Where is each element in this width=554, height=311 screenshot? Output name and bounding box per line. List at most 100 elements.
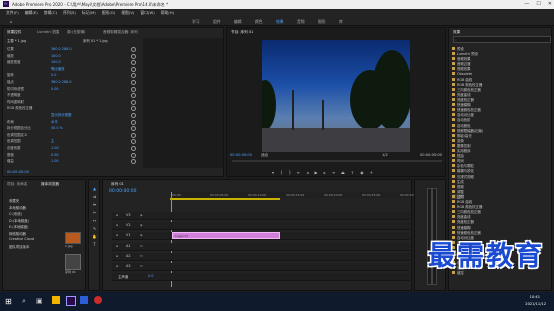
keyframe-toggle-icon[interactable]	[131, 126, 136, 132]
hand-icon[interactable]: ✋	[92, 234, 97, 239]
clock-time[interactable]: 10:41	[530, 295, 540, 299]
program-scrubber[interactable]	[232, 160, 442, 162]
task-view-icon[interactable]: ▣	[36, 297, 43, 305]
keyframe-toggle-icon[interactable]	[131, 93, 136, 99]
search-icon[interactable]: ⌕	[22, 297, 26, 306]
ec-tab[interactable]: 音频剪辑混合器: 序列	[103, 30, 138, 35]
extract-icon[interactable]: ⇪	[351, 170, 354, 175]
step-back-icon[interactable]: ◂	[306, 170, 308, 175]
timeline-timecode[interactable]: 00:00:00:00	[109, 189, 136, 194]
program-timecode[interactable]: 00:00:00:00	[230, 153, 252, 157]
lock-icon[interactable]: ▪	[116, 244, 118, 248]
workspace-tab[interactable]: 组件	[213, 19, 221, 25]
ec-property-value[interactable]: 50.0 %	[51, 126, 63, 130]
workspace-tab[interactable]: 音频	[297, 19, 305, 25]
keyframe-toggle-icon[interactable]	[131, 106, 136, 112]
close-button[interactable]: ✕	[548, 1, 552, 7]
ec-property-value[interactable]: 水平	[51, 120, 58, 124]
project-tree-item[interactable]: Creative Cloud	[9, 237, 34, 241]
pen-icon[interactable]: ✎	[92, 226, 97, 231]
keyframe-toggle-icon[interactable]	[131, 139, 136, 145]
mute-icon[interactable]: M	[140, 264, 143, 268]
lock-icon[interactable]: ▪	[116, 233, 118, 237]
lock-icon[interactable]: ▪	[116, 254, 118, 258]
razor-icon[interactable]: ✂	[92, 210, 97, 215]
keyframe-toggle-icon[interactable]	[131, 159, 136, 165]
program-monitor-title[interactable]: 节目: 序列 01	[231, 30, 253, 35]
lift-icon[interactable]: ⏏	[341, 170, 345, 175]
add-button[interactable]: +	[370, 170, 373, 175]
effects-list-item[interactable]: Obsolete	[452, 71, 472, 76]
project-tab[interactable]: 项目: 未命名	[7, 182, 27, 187]
ec-property-value[interactable]: 1.00	[51, 159, 59, 163]
keyframe-toggle-icon[interactable]	[131, 60, 136, 66]
maximize-button[interactable]: ☐	[536, 1, 540, 7]
premiere-taskbar-icon[interactable]	[66, 296, 76, 306]
menu-item[interactable]: 视图(V)	[121, 10, 134, 16]
project-tree-item[interactable]: 团队项目版本	[9, 244, 29, 249]
project-tab[interactable]: 媒体浏览器	[41, 182, 59, 187]
workspace-tab[interactable]: 颜色	[255, 19, 263, 25]
workspace-tab[interactable]: 效果	[276, 19, 284, 25]
effects-panel-title[interactable]: 效果	[453, 30, 460, 35]
keyframe-toggle-icon[interactable]	[131, 66, 136, 72]
clock-date[interactable]: 2021/11/12	[525, 302, 546, 306]
minimize-button[interactable]: —	[524, 1, 529, 7]
project-tree-item[interactable]: C:(系统)	[9, 211, 22, 216]
workspace-tab[interactable]: 编辑	[234, 19, 242, 25]
keyframe-toggle-icon[interactable]	[131, 119, 136, 125]
timeline-track[interactable]: A1 ▪ M	[112, 243, 410, 251]
keyframe-toggle-icon[interactable]	[131, 80, 136, 85]
mute-icon[interactable]: M	[140, 254, 143, 258]
export-frame-icon[interactable]: ◉	[360, 170, 364, 175]
work-area-bar[interactable]	[170, 198, 280, 200]
add-marker-icon[interactable]: ▾	[272, 170, 274, 175]
file-explorer-icon[interactable]	[52, 296, 60, 304]
effects-search-input[interactable]: ⌕	[453, 36, 551, 43]
keyframe-toggle-icon[interactable]	[131, 47, 136, 52]
type-icon[interactable]: T	[92, 242, 97, 247]
keyframe-toggle-icon[interactable]	[131, 53, 136, 59]
workspace-tab[interactable]: 学习	[192, 19, 200, 25]
browser-taskbar-icon[interactable]	[94, 296, 102, 304]
timeline-track[interactable]: V3 ▪ ◉	[112, 212, 410, 220]
home-icon[interactable]: ⌂	[10, 19, 13, 24]
eye-icon[interactable]: ◉	[140, 223, 143, 227]
lock-icon[interactable]: ▪	[116, 264, 118, 268]
keyframe-toggle-icon[interactable]	[131, 132, 136, 138]
ec-tab[interactable]: Lumetri 范围	[37, 30, 59, 35]
menu-item[interactable]: 图形(G)	[102, 10, 116, 16]
ec-tab[interactable]: 源:(无剪辑)	[67, 30, 85, 35]
ec-property-value[interactable]: 100.0	[51, 54, 61, 58]
ec-property-value[interactable]: 0.00	[51, 87, 59, 91]
menu-item[interactable]: 序列(S)	[63, 10, 76, 16]
menu-item[interactable]: 文件(F)	[6, 10, 19, 16]
master-volume-value[interactable]: 0.0	[148, 274, 153, 278]
windows-start-icon[interactable]: ⊞	[5, 297, 12, 306]
ec-property-value[interactable]: 主	[51, 139, 54, 143]
timeline-track[interactable]: A3 ▪ M	[112, 263, 410, 271]
ec-timecode[interactable]: 00:00:00:00	[7, 170, 29, 174]
selection-tool-icon[interactable]: ▲	[92, 186, 97, 191]
keyframe-toggle-icon[interactable]	[131, 99, 136, 105]
mark-in-icon[interactable]: {	[280, 170, 283, 175]
ec-property-value[interactable]: 360.0 288.0	[51, 47, 72, 51]
ec-property-value[interactable]: 等比缩放	[51, 67, 65, 71]
menu-item[interactable]: 窗口(W)	[140, 10, 154, 16]
thumbnail-1[interactable]	[65, 232, 81, 244]
go-to-out-icon[interactable]: ⇥	[332, 170, 335, 175]
menu-item[interactable]: 帮助(H)	[161, 10, 174, 16]
fit-dropdown[interactable]: 适合	[261, 153, 268, 157]
ec-tab[interactable]: 效果控件	[7, 30, 21, 35]
timeline-track[interactable]: V2 ▪ ◉	[112, 222, 410, 230]
program-ratio[interactable]: 1/2	[382, 153, 388, 157]
ec-property-value[interactable]: 显示拆分视图	[51, 113, 71, 117]
ec-property-value[interactable]: 0.0	[51, 73, 56, 77]
timeline-track[interactable]: 主声道 0.0	[112, 273, 410, 281]
keyframe-toggle-icon[interactable]	[131, 146, 136, 151]
ec-property-value[interactable]: 100.0	[51, 60, 61, 64]
timeline-track[interactable]: A2 ▪ M	[112, 253, 410, 261]
go-to-in-icon[interactable]: ⇤	[297, 170, 300, 175]
eye-icon[interactable]: ◉	[140, 233, 143, 237]
lock-icon[interactable]: ▪	[116, 213, 118, 217]
